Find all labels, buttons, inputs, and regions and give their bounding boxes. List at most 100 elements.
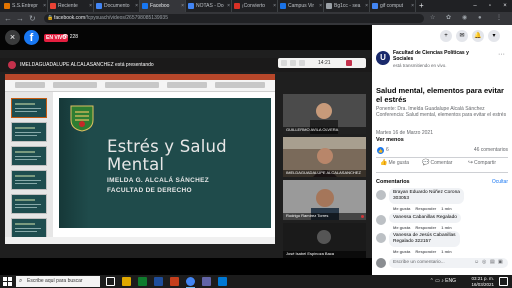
comment-item: Vanessa Cabanillas Regalado Me gusta Resp… [376, 213, 508, 231]
close-tab-icon[interactable]: × [273, 3, 276, 9]
comment-reply-link[interactable]: Responder [415, 206, 436, 211]
tab-label: Documento [104, 3, 130, 9]
profile-icon[interactable]: ● [478, 14, 482, 23]
close-tab-icon[interactable]: × [181, 3, 184, 9]
lock-icon[interactable]: 🔒 [47, 14, 53, 23]
windows-start-icon[interactable] [3, 277, 12, 286]
gif-icon[interactable]: ▤ [490, 257, 495, 267]
browser-tab-active[interactable]: Faceboo × [140, 0, 186, 12]
see-less-link[interactable]: Ver menos [376, 137, 404, 143]
address-bar[interactable]: 🔒 facebook.com/fcpysuach/videos/26579808… [44, 14, 424, 23]
close-tab-icon[interactable]: × [227, 3, 230, 9]
forward-button[interactable]: → [16, 13, 24, 24]
close-video-button[interactable]: × [5, 30, 20, 45]
notification-center-icon[interactable] [499, 277, 508, 286]
edge-icon[interactable] [218, 277, 227, 286]
browser-tab[interactable]: S.S.Entrepr × [2, 0, 48, 12]
close-window-icon[interactable]: × [498, 0, 512, 12]
comment-reply-link[interactable]: Responder [415, 249, 436, 254]
facebook-favicon [142, 3, 148, 9]
share-button[interactable]: ↪Compartir [468, 160, 496, 166]
video-player[interactable]: IMELDAGUADALUPE ALCALASANCHEZ está prese… [0, 25, 372, 275]
windows-taskbar: ⌕ Escribe aquí para buscar ⌃ ▭ ♪ ENG 03:… [0, 275, 512, 288]
tab-label: S.S.Entrepr [12, 3, 38, 9]
commenter-avatar[interactable] [376, 215, 386, 225]
taskbar-search[interactable]: ⌕ Escribe aquí para buscar [16, 276, 100, 287]
mic-icon [290, 60, 296, 66]
participant-tile: IMELDAGUADALUPE ALCALASANCHEZ [283, 137, 366, 177]
powerpoint-icon[interactable] [170, 277, 179, 286]
search-icon: ⌕ [19, 278, 23, 284]
reload-button[interactable]: ↻ [29, 13, 36, 24]
account-menu-icon[interactable]: ▾ [488, 30, 500, 42]
teams-icon[interactable] [202, 277, 211, 286]
browser-tab[interactable]: NOTAS - Do × [186, 0, 232, 12]
browser-tab[interactable]: Bg1cc - sea × [324, 0, 370, 12]
star-icon[interactable]: ☆ [430, 14, 435, 23]
browser-toolbar: ← → ↻ 🔒 facebook.com/fcpysuach/videos/26… [0, 12, 512, 25]
browser-tab[interactable]: Reciente × [48, 0, 94, 12]
commenter-avatar[interactable] [376, 190, 386, 200]
close-tab-icon[interactable]: × [365, 3, 368, 9]
browser-tab[interactable]: Campus Vir × [278, 0, 324, 12]
facebook-logo-icon[interactable]: f [24, 30, 39, 45]
hide-comments-link[interactable]: Ocultar [492, 179, 508, 185]
slide-thumbnails-panel [5, 92, 53, 244]
like-button[interactable]: 👍Me gusta [380, 160, 409, 166]
reaction-count[interactable]: 6 [386, 147, 389, 153]
browser-tab[interactable]: gif comput × [370, 0, 416, 12]
extension-icon[interactable]: ◉ [462, 14, 467, 23]
word-icon[interactable] [154, 277, 163, 286]
close-tab-icon[interactable]: × [411, 3, 414, 9]
extension-icon[interactable]: ✿ [446, 14, 451, 23]
plus-icon[interactable]: + [440, 30, 452, 42]
back-button[interactable]: ← [4, 13, 12, 24]
emoji-icon[interactable]: ☺ [474, 257, 479, 267]
comment-button[interactable]: 💬Comentar [422, 160, 452, 166]
comment-count[interactable]: 46 comentarios [474, 147, 508, 153]
comment-actions: Me gusta Responder 1 min [393, 206, 457, 211]
minimize-icon[interactable]: – [468, 0, 482, 12]
browser-tab[interactable]: Documento × [94, 0, 140, 12]
excel-icon[interactable] [138, 277, 147, 286]
viewer-count-value: 228 [69, 34, 79, 40]
video-overlay-controls: × f EN VIVO 👁 228 [0, 25, 372, 49]
comment-reply-link[interactable]: Responder [415, 225, 436, 230]
page-status: está transmitiendo en vivo. [393, 63, 447, 68]
file-explorer-icon[interactable] [122, 277, 131, 286]
close-tab-icon[interactable]: × [135, 3, 138, 9]
slide-thumbnail [11, 194, 47, 214]
comment-like-link[interactable]: Me gusta [393, 206, 410, 211]
commenter-avatar[interactable] [376, 233, 386, 243]
messenger-icon[interactable]: ✉ [456, 30, 468, 42]
system-tray-icons[interactable]: ⌃ ▭ ♪ ENG [430, 278, 456, 284]
close-tab-icon[interactable]: × [319, 3, 322, 9]
page-name[interactable]: Facultad de Ciencias Políticas y Sociale… [393, 50, 483, 62]
tab-label: NOTAS - Do [196, 3, 224, 9]
comment-text: Vanessa Cabanillas Regalado [393, 215, 457, 220]
sticker-icon[interactable]: ▣ [498, 257, 503, 267]
taskbar-clock[interactable]: 03:21 p. m. 16/03/2021 [471, 276, 494, 287]
comment-like-link[interactable]: Me gusta [393, 249, 410, 254]
new-tab-button[interactable]: + [419, 0, 424, 12]
post-body: Ponente: Dra. Imelda Guadalupe Alcalá Sá… [376, 106, 507, 118]
maximize-icon[interactable]: ▫ [483, 0, 497, 12]
notifications-icon[interactable]: 🔔 [472, 30, 484, 42]
camera-icon[interactable]: ◎ [482, 257, 486, 267]
comment-text: Brayan Eduardo Núñez Corona [393, 190, 460, 195]
browser-tab[interactable]: ¡Convierto × [232, 0, 278, 12]
task-view-icon[interactable] [106, 277, 115, 286]
page-avatar[interactable]: U [376, 51, 390, 65]
tab-favicon [372, 3, 378, 9]
tab-label: gif comput [380, 3, 404, 9]
powerpoint-window: Estrés y Salud Mental IMELDA G. ALCALÁ S… [5, 74, 275, 244]
powerpoint-ribbon [5, 74, 275, 92]
comment-label: Comentar [430, 160, 453, 166]
close-tab-icon[interactable]: × [89, 3, 92, 9]
more-options-icon[interactable]: ··· [498, 51, 505, 58]
chrome-icon[interactable] [186, 277, 195, 286]
tab-favicon [4, 3, 10, 9]
comment-like-link[interactable]: Me gusta [393, 225, 410, 230]
close-tab-icon[interactable]: × [43, 3, 46, 9]
kebab-menu-icon[interactable]: ⋮ [496, 14, 502, 23]
